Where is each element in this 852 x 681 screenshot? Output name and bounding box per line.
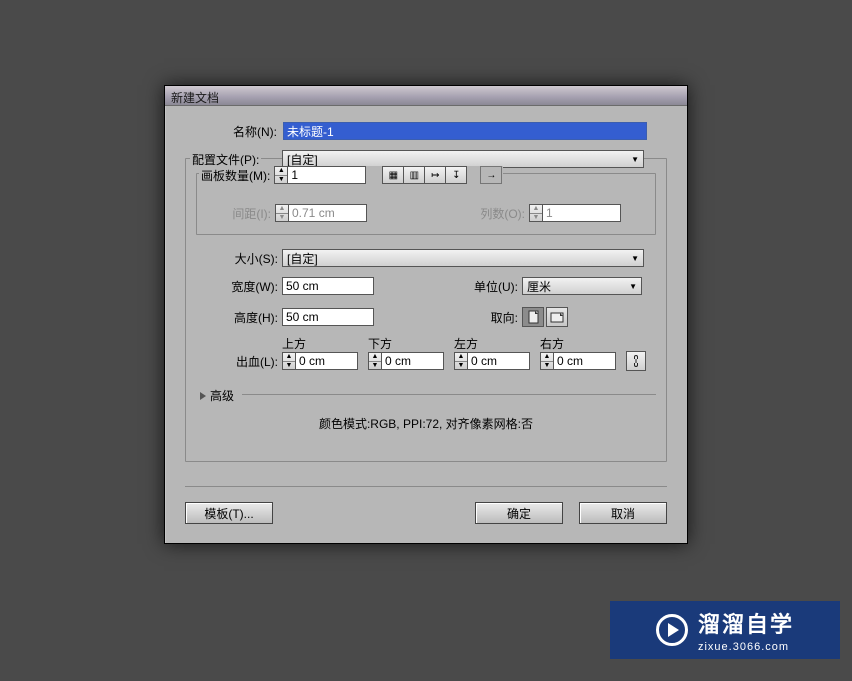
units-value: 厘米 (527, 278, 551, 295)
spacing-field: ▲▼ (275, 204, 367, 222)
bleed-top-field[interactable]: ▲▼ (282, 352, 358, 370)
advanced-label: 高级 (210, 387, 234, 404)
name-input[interactable] (283, 122, 647, 140)
chevron-down-icon: ▼ (631, 254, 639, 263)
settings-summary: 颜色模式:RGB, PPI:72, 对齐像素网格:否 (186, 415, 666, 432)
spacing-label: 间距(I): (197, 205, 271, 222)
watermark: 溜溜自学 zixue.3066.com (610, 601, 840, 659)
divider (185, 486, 667, 487)
size-label: 大小(S): (186, 250, 278, 267)
orientation-label: 取向: (374, 309, 518, 326)
name-label: 名称(N): (165, 123, 277, 140)
bleed-label: 出血(L): (186, 353, 278, 370)
size-value: [自定] (287, 250, 318, 267)
bleed-top-label: 上方 (282, 335, 368, 352)
units-label: 单位(U): (374, 278, 518, 295)
play-icon (656, 614, 688, 646)
chevron-down-icon: ▼ (631, 155, 639, 164)
columns-field: ▲▼ (529, 204, 621, 222)
arrange-down-icon[interactable]: ↧ (445, 166, 467, 184)
watermark-subtitle: zixue.3066.com (698, 641, 794, 653)
profile-value: [自定] (287, 151, 318, 168)
dialog-titlebar[interactable]: 新建文档 (165, 86, 687, 106)
grid-by-row-icon[interactable]: ▦ (382, 166, 404, 184)
height-label: 高度(H): (186, 309, 278, 326)
dialog-title: 新建文档 (171, 91, 219, 105)
bleed-left-label: 左方 (454, 335, 540, 352)
columns-label: 列数(O): (367, 205, 525, 222)
artboard-count-label: 画板数量(M): (201, 167, 270, 184)
units-select[interactable]: 厘米 ▼ (522, 277, 642, 295)
advanced-toggle[interactable]: 高级 (200, 387, 234, 404)
bleed-bottom-field[interactable]: ▲▼ (368, 352, 444, 370)
size-select[interactable]: [自定] ▼ (282, 249, 644, 267)
bleed-right-field[interactable]: ▲▼ (540, 352, 616, 370)
bleed-bottom-label: 下方 (368, 335, 454, 352)
chevron-down-icon: ▼ (629, 282, 637, 291)
artboard-count-field[interactable]: ▲▼ (274, 166, 366, 184)
arrange-arrow-icon[interactable]: → (480, 166, 502, 184)
ok-button[interactable]: 确定 (475, 502, 563, 524)
watermark-title: 溜溜自学 (698, 607, 794, 639)
grid-by-col-icon[interactable]: ▥ (403, 166, 425, 184)
bleed-left-field[interactable]: ▲▼ (454, 352, 530, 370)
artboard-fieldset: 画板数量(M): ▲▼ ▦ ▥ ↦ ↧ → 间距(I): (196, 173, 656, 235)
height-input[interactable] (282, 308, 374, 326)
arrange-right-icon[interactable]: ↦ (424, 166, 446, 184)
width-input[interactable] (282, 277, 374, 295)
bleed-right-label: 右方 (540, 335, 626, 352)
width-label: 宽度(W): (186, 278, 278, 295)
template-button[interactable]: 模板(T)... (185, 502, 273, 524)
cancel-button[interactable]: 取消 (579, 502, 667, 524)
orientation-landscape-button[interactable] (546, 307, 568, 327)
new-document-dialog: 新建文档 名称(N): 配置文件(P): [自定] ▼ 画板数量(M): (164, 85, 688, 544)
triangle-right-icon (200, 392, 206, 400)
profile-fieldset: 配置文件(P): [自定] ▼ 画板数量(M): ▲▼ ▦ ▥ (185, 158, 667, 462)
orientation-portrait-button[interactable] (522, 307, 544, 327)
link-bleed-button[interactable] (626, 351, 646, 371)
divider (242, 394, 656, 395)
